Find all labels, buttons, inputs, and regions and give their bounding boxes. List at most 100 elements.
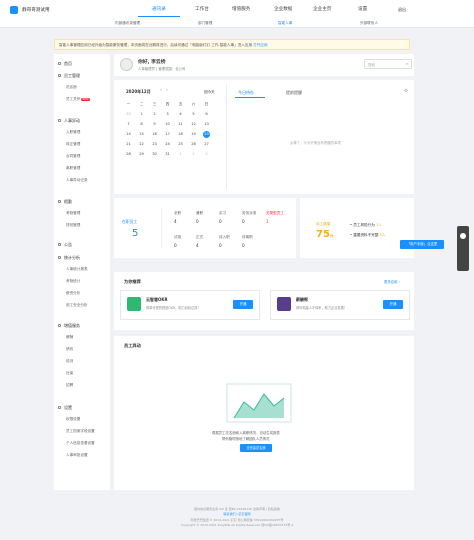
stat-value[interactable]: 0 [219,219,222,224]
subnav-smart-hr[interactable]: 智能人事 [278,21,292,26]
subnav-departments[interactable]: 部门管理 [198,21,212,26]
sidebar-item-salary-analysis[interactable]: 薪资分析 [66,291,80,296]
health-score[interactable]: 75分 [316,229,334,240]
stat-value[interactable]: 0 [196,219,199,224]
complete-roster-button[interactable]: 去完善花名册 [240,444,272,452]
calendar-day[interactable]: 30 [148,149,161,159]
calendar-day[interactable]: 17 [161,129,174,139]
risk-row[interactable]: • 员工风险行为 1人 [350,223,382,228]
sidebar-item-attendance[interactable]: 考勤管理 [66,211,80,216]
tab-today-todo[interactable]: 今日待办 [238,90,254,96]
today-button[interactable]: 回今天 [204,90,215,95]
sidebar-item-training[interactable]: 培训 [66,359,73,364]
calendar-day[interactable]: 30 [122,109,135,119]
side-float-panel[interactable] [457,226,469,271]
sidebar-item-roster[interactable]: 花名册 [66,85,77,90]
sidebar-group-announce[interactable]: 公告 [64,242,72,248]
sidebar-item-regular[interactable]: 转正管理 [66,142,80,147]
sidebar-item-attendance-stats[interactable]: 考勤统计 [66,279,80,284]
sidebar-item-home[interactable]: 首页 [64,61,72,67]
open-app-link[interactable]: 打开应用 [253,43,267,47]
nav-contacts[interactable]: 通讯录 [152,6,166,12]
app-card-salary[interactable]: 薪酬帮 帮你构建人才体系，助力企业发展！ 开通 [270,290,410,320]
subnav-internal-contacts[interactable]: 内部通讯录管理 [115,21,140,26]
nav-value-added[interactable]: 增值服务 [232,6,250,12]
calendar-day[interactable]: 23 [148,139,161,149]
sidebar-group-stats[interactable]: 统计分析 [64,255,80,261]
stat-value[interactable]: 4 [174,219,177,224]
sidebar-group-transfer[interactable]: 人事异动 [64,118,80,124]
sidebar-item-onboarding[interactable]: 入职管理 [66,130,80,135]
nav-enterprise-data[interactable]: 企业数据 [274,6,292,12]
stat-value[interactable]: 0 [242,219,245,224]
logout-link[interactable]: 退出 [398,7,406,13]
sidebar-item-approval-settings[interactable]: 人事审批设置 [66,453,88,458]
calendar-day[interactable]: 19 [187,129,200,139]
activate-button[interactable]: 开通 [383,300,403,309]
sidebar-item-view-settings[interactable]: 个人信息查看设置 [66,441,95,446]
sidebar-item-care[interactable]: 员工关怀 NEW [66,97,90,102]
calendar-day[interactable]: 25 [174,139,187,149]
sidebar-group-value[interactable]: 增值服务 [64,323,80,329]
calendar-day[interactable]: 1 [135,109,148,119]
calendar-day[interactable]: 4 [174,109,187,119]
info-row[interactable]: • 重要资料不完整 5人 [350,233,385,238]
sidebar-group-settings[interactable]: 设置 [64,405,72,411]
activate-button[interactable]: 开通 [233,300,253,309]
nav-workbench[interactable]: 工作台 [195,6,209,12]
calendar-day[interactable]: 28 [122,149,135,159]
calendar-day[interactable]: 22 [135,139,148,149]
sidebar-group-attendance[interactable]: 假勤 [64,199,72,205]
search-input[interactable]: 搜索 ⌕ [364,59,412,69]
app-card-okr[interactable]: 云智慧OKR 简单可视的规划OKR，助力目标达成！ 开通 [120,290,260,320]
calendar-day-today[interactable]: 20 [200,129,213,139]
more-apps-link[interactable]: 更多应用 › [384,279,400,284]
subnav-external-contacts[interactable]: 外部联系人 [360,21,378,26]
avatar[interactable] [120,58,133,71]
sidebar-item-schedule[interactable]: 排班管理 [66,223,80,228]
next-month-icon[interactable]: › [166,88,168,93]
calendar-day[interactable]: 21 [122,139,135,149]
calendar-day[interactable]: 3 [161,109,174,119]
sidebar-item-safety-analysis[interactable]: 用工安全分析 [66,303,88,308]
calendar-day[interactable]: 8 [135,119,148,129]
calendar-day[interactable]: 27 [200,139,213,149]
calendar-day[interactable]: 13 [200,119,213,129]
calendar-day[interactable]: 6 [200,109,213,119]
help-icon[interactable] [460,233,466,239]
nav-enterprise-home[interactable]: 企业主页 [313,6,331,12]
sidebar-item-permission[interactable]: 权限设置 [66,417,80,422]
calendar-day[interactable]: 12 [187,119,200,129]
sidebar-item-salary[interactable]: 薪酬 [66,335,73,340]
calendar-day[interactable]: 29 [135,149,148,159]
prev-month-icon[interactable]: ‹ [160,88,162,93]
calendar-day[interactable]: 18 [174,129,187,139]
calendar-day[interactable]: 2 [187,149,200,159]
tab-reminders[interactable]: 提前提醒 [286,90,302,96]
sidebar-item-contract[interactable]: 合同管理 [66,154,80,159]
search-icon[interactable]: ⌕ [406,61,408,66]
calendar-day[interactable]: 10 [161,119,174,129]
footer-links[interactable]: 联系我们 | 钉钉官网 [0,512,474,516]
calendar-day[interactable]: 1 [174,149,187,159]
calendar-day[interactable]: 3 [200,149,213,159]
sidebar-group-employee[interactable]: 员工管理 [64,73,80,79]
calendar-day[interactable]: 2 [148,109,161,119]
stat-value[interactable]: 1 [266,219,269,224]
stat-value[interactable]: 4 [196,243,199,248]
stat-value[interactable]: 0 [242,243,245,248]
total-value[interactable]: 5 [132,228,138,239]
sidebar-item-insurance[interactable]: 社保 [66,371,73,376]
sidebar-item-field-settings[interactable]: 员工档案字段设置 [66,429,95,434]
calendar-day[interactable]: 5 [187,109,200,119]
settings-gear-icon[interactable]: ⚙ [404,89,408,94]
calendar-day[interactable]: 16 [148,129,161,139]
nav-settings[interactable]: 设置 [358,6,367,12]
user-manual-button[interactable]: 「用户手册」点这里 [400,240,444,249]
calendar-day[interactable]: 11 [174,119,187,129]
calendar-day[interactable]: 26 [187,139,200,149]
sidebar-item-transfer-log[interactable]: 人事异动记录 [66,178,88,183]
sidebar-item-hr-report[interactable]: 人事统计报表 [66,267,88,272]
stat-value[interactable]: 0 [219,243,222,248]
sidebar-item-recruit[interactable]: 招聘 [66,383,73,388]
